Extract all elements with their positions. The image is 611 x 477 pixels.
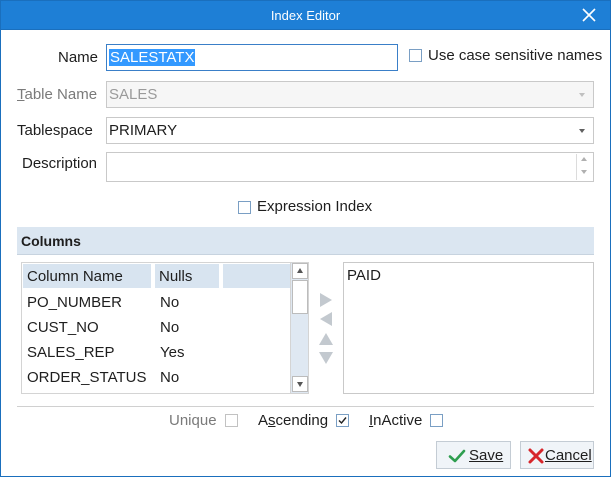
ascending-label-rest: cending (275, 412, 329, 429)
expression-index-label: Expression Index (257, 198, 373, 215)
case-sensitive-label: Use case sensitive names (428, 47, 603, 64)
table-row-column-name[interactable]: PO_NUMBER (27, 294, 122, 311)
tablespace-select[interactable]: PRIMARY (106, 117, 594, 144)
table-name-label-mnemonic: T (17, 86, 25, 103)
scroll-thumb[interactable] (292, 280, 308, 314)
columns-section-title: Columns (21, 233, 81, 249)
tablespace-label: Tablespace (17, 122, 93, 139)
checkmark-icon (448, 449, 466, 463)
list-item[interactable]: PAID (347, 267, 590, 284)
spin-down-icon[interactable] (581, 170, 587, 174)
ascending-label-a: A (258, 412, 269, 429)
inactive-label: InActive (369, 412, 422, 429)
description-input[interactable] (106, 152, 594, 182)
scroll-down-button[interactable] (292, 376, 308, 392)
ascending-label-mnemonic: s (268, 412, 276, 429)
name-value: SALESTATX (109, 49, 196, 66)
title-bar: Index Editor (0, 0, 611, 30)
ascending-label: Ascending (258, 412, 328, 429)
move-right-icon[interactable] (318, 292, 334, 312)
cancel-label: Cancel (545, 447, 592, 464)
column-name-header[interactable]: Column Name (23, 264, 151, 288)
chevron-down-icon[interactable] (579, 129, 585, 133)
scroll-up-icon (297, 268, 303, 273)
save-button[interactable]: Save (436, 441, 511, 469)
table-row-nulls[interactable]: No (160, 294, 179, 311)
table-row-nulls[interactable]: No (160, 319, 179, 336)
columns-scrollbar[interactable] (290, 262, 309, 394)
table-row-nulls[interactable]: Yes (160, 344, 184, 361)
ascending-checkbox[interactable] (336, 414, 349, 427)
inactive-checkbox[interactable] (430, 414, 443, 427)
selected-columns-list[interactable]: PAID (343, 262, 594, 394)
move-up-icon[interactable] (318, 331, 334, 351)
table-name-label-rest: able Name (24, 86, 98, 103)
scroll-down-icon (297, 382, 303, 387)
close-icon[interactable] (580, 6, 598, 24)
unique-label: Unique (169, 412, 217, 429)
table-row-column-name[interactable]: ORDER_STATUS (27, 369, 146, 386)
cancel-x-icon (528, 448, 544, 464)
inactive-label-rest: nActive (373, 412, 423, 429)
scroll-up-button[interactable] (292, 263, 308, 279)
save-label: Save (469, 447, 504, 464)
chevron-down-icon (579, 93, 585, 97)
tablespace-value: PRIMARY (109, 122, 178, 139)
name-label: Name (58, 49, 99, 66)
unique-checkbox (225, 414, 238, 427)
table-name-value: SALES (109, 86, 158, 103)
table-row-nulls[interactable]: No (160, 369, 179, 386)
window-title: Index Editor (270, 8, 341, 23)
table-name-select: SALES (106, 81, 594, 108)
name-input[interactable]: SALESTATX (106, 44, 398, 71)
table-name-label: Table Name (17, 86, 97, 103)
nulls-header[interactable]: Nulls (155, 264, 219, 288)
expression-index-checkbox[interactable] (238, 201, 251, 214)
columns-grid[interactable]: Column Name Nulls PO_NUMBER No CUST_NO N… (21, 262, 309, 394)
case-sensitive-checkbox[interactable] (409, 49, 422, 62)
spin-up-icon[interactable] (581, 157, 587, 161)
table-row-column-name[interactable]: SALES_REP (27, 344, 115, 361)
cancel-button[interactable]: Cancel (520, 441, 594, 469)
move-down-icon[interactable] (318, 350, 334, 370)
divider (17, 406, 594, 407)
description-spinner[interactable] (576, 154, 592, 180)
columns-section-header: Columns (17, 227, 594, 255)
table-row-column-name[interactable]: CUST_NO (27, 319, 99, 336)
description-label: Description (22, 155, 98, 172)
move-left-icon[interactable] (318, 311, 334, 331)
